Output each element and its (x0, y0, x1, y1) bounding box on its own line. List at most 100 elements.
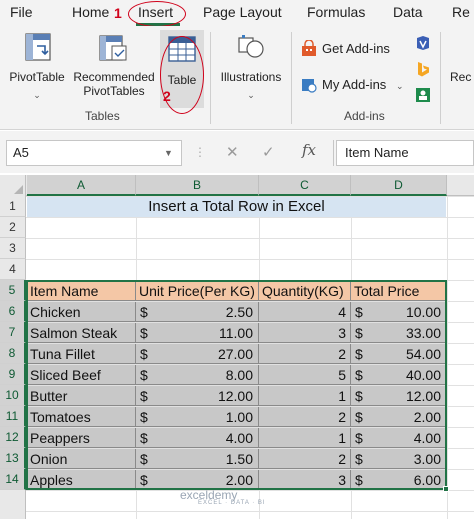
table-cell-item[interactable]: Tuna Fillet (27, 344, 136, 364)
my-addins-label: My Add-ins (322, 77, 387, 92)
more-options-icon: ⋮ (194, 145, 206, 159)
insert-highlight-circle (128, 1, 186, 27)
step-1-marker: 1 (114, 5, 122, 21)
table-cell-price[interactable]: $12.00 (136, 386, 259, 406)
table-cell-qty[interactable]: 2 (259, 407, 351, 427)
table-cell-price[interactable]: $11.00 (136, 323, 259, 343)
table-cell-qty[interactable]: 3 (259, 470, 351, 490)
recommended-label-line2: PivotTables (83, 84, 145, 98)
header-cell-item-name[interactable]: Item Name (27, 281, 136, 301)
column-header-c[interactable]: C (259, 175, 351, 196)
table-cell-total[interactable]: $40.00 (351, 365, 447, 385)
table-cell-total[interactable]: $12.00 (351, 386, 447, 406)
table-cell-total[interactable]: $54.00 (351, 344, 447, 364)
table-cell-price[interactable]: $1.50 (136, 449, 259, 469)
table-cell-item[interactable]: Sliced Beef (27, 365, 136, 385)
table-cell-qty[interactable]: 2 (259, 449, 351, 469)
tab-review[interactable]: Re (452, 4, 470, 20)
row-header-3[interactable]: 3 (0, 238, 26, 259)
header-cell-quantity[interactable]: Quantity(KG) (259, 281, 351, 301)
enter-icon[interactable]: ✓ (262, 143, 275, 161)
table-cell-qty[interactable]: 1 (259, 386, 351, 406)
table-cell-qty[interactable]: 2 (259, 344, 351, 364)
amount-value: 4.00 (225, 430, 253, 446)
recommended-pivottables-button[interactable]: Recommended PivotTables (70, 30, 158, 106)
row-header-12[interactable]: 12 (0, 427, 26, 448)
formula-input[interactable]: Item Name (336, 140, 474, 166)
table-cell-qty[interactable]: 3 (259, 323, 351, 343)
table-cell-qty[interactable]: 1 (259, 428, 351, 448)
tab-home[interactable]: Home (72, 4, 109, 20)
title-cell[interactable]: Insert a Total Row in Excel (27, 197, 446, 217)
visio-icon[interactable] (414, 34, 432, 52)
column-header-b[interactable]: B (136, 175, 259, 196)
table-cell-price[interactable]: $8.00 (136, 365, 259, 385)
row-header-14[interactable]: 14 (0, 469, 26, 490)
table-cell-total[interactable]: $2.00 (351, 407, 447, 427)
table-cell-total[interactable]: $33.00 (351, 323, 447, 343)
row-header-5[interactable]: 5 (0, 280, 26, 301)
table-cell-item[interactable]: Tomatoes (27, 407, 136, 427)
column-header-e[interactable] (447, 175, 474, 196)
name-box[interactable]: A5 (6, 140, 182, 166)
table-cell-total[interactable]: $6.00 (351, 470, 447, 490)
row-header-10[interactable]: 10 (0, 385, 26, 406)
row-header-6[interactable]: 6 (0, 301, 26, 322)
amount-value: 11.00 (219, 325, 253, 341)
currency-symbol: $ (355, 346, 363, 362)
amount-value: 33.00 (405, 325, 441, 341)
table-cell-qty[interactable]: 4 (259, 302, 351, 322)
table-cell-total[interactable]: $3.00 (351, 449, 447, 469)
amount-value: 4.00 (413, 430, 441, 446)
row-header-8[interactable]: 8 (0, 343, 26, 364)
table-cell-item[interactable]: Onion (27, 449, 136, 469)
table-cell-item[interactable]: Salmon Steak (27, 323, 136, 343)
table-cell-total[interactable]: $10.00 (351, 302, 447, 322)
table-cell-price[interactable]: $2.50 (136, 302, 259, 322)
row-header-1[interactable]: 1 (0, 196, 26, 217)
recommended-charts-label[interactable]: Rec (450, 70, 474, 84)
tab-file[interactable]: File (10, 4, 33, 20)
header-cell-total-price[interactable]: Total Price (351, 281, 447, 301)
table-cell-total[interactable]: $4.00 (351, 428, 447, 448)
table-cell-item[interactable]: Butter (27, 386, 136, 406)
table-cell-price[interactable]: $27.00 (136, 344, 259, 364)
table-cell-item[interactable]: Apples (27, 470, 136, 490)
currency-symbol: $ (140, 325, 148, 341)
tab-data[interactable]: Data (393, 4, 423, 20)
table-cell-price[interactable]: $1.00 (136, 407, 259, 427)
illustrations-button[interactable]: Illustrations ⌄ (214, 30, 288, 106)
amount-value: 2.50 (225, 304, 253, 320)
fx-icon[interactable]: fx (302, 141, 316, 159)
people-graph-icon[interactable] (414, 86, 432, 104)
currency-symbol: $ (140, 388, 148, 404)
table-cell-item[interactable]: Peappers (27, 428, 136, 448)
gridline-horizontal (26, 238, 474, 239)
pivottable-button[interactable]: PivotTable ⌄ (4, 30, 70, 106)
chevron-down-icon[interactable]: ⌄ (396, 79, 404, 93)
get-addins-button[interactable]: Get Add-ins (300, 40, 410, 60)
table-cell-qty[interactable]: 5 (259, 365, 351, 385)
row-header-7[interactable]: 7 (0, 322, 26, 343)
row-header-11[interactable]: 11 (0, 406, 26, 427)
fill-handle[interactable] (443, 486, 449, 492)
tab-formulas[interactable]: Formulas (307, 4, 365, 20)
table-cell-price[interactable]: $2.00 (136, 470, 259, 490)
cancel-icon[interactable]: ✕ (226, 143, 239, 161)
tab-page-layout[interactable]: Page Layout (203, 4, 282, 20)
row-header-13[interactable]: 13 (0, 448, 26, 469)
my-addins-button[interactable]: My Add-ins ⌄ (300, 76, 410, 96)
table-cell-item[interactable]: Chicken (27, 302, 136, 322)
select-all-button[interactable] (0, 175, 26, 196)
column-header-d[interactable]: D (351, 175, 447, 196)
table-cell-price[interactable]: $4.00 (136, 428, 259, 448)
chevron-down-icon[interactable]: ▼ (164, 148, 173, 158)
currency-symbol: $ (355, 388, 363, 404)
header-cell-unit-price[interactable]: Unit Price(Per KG) (136, 281, 259, 301)
row-header-15[interactable] (0, 490, 26, 519)
bing-maps-icon[interactable] (414, 60, 432, 78)
row-header-4[interactable]: 4 (0, 259, 26, 280)
row-header-2[interactable]: 2 (0, 217, 26, 238)
row-header-9[interactable]: 9 (0, 364, 26, 385)
column-header-a[interactable]: A (27, 175, 136, 196)
